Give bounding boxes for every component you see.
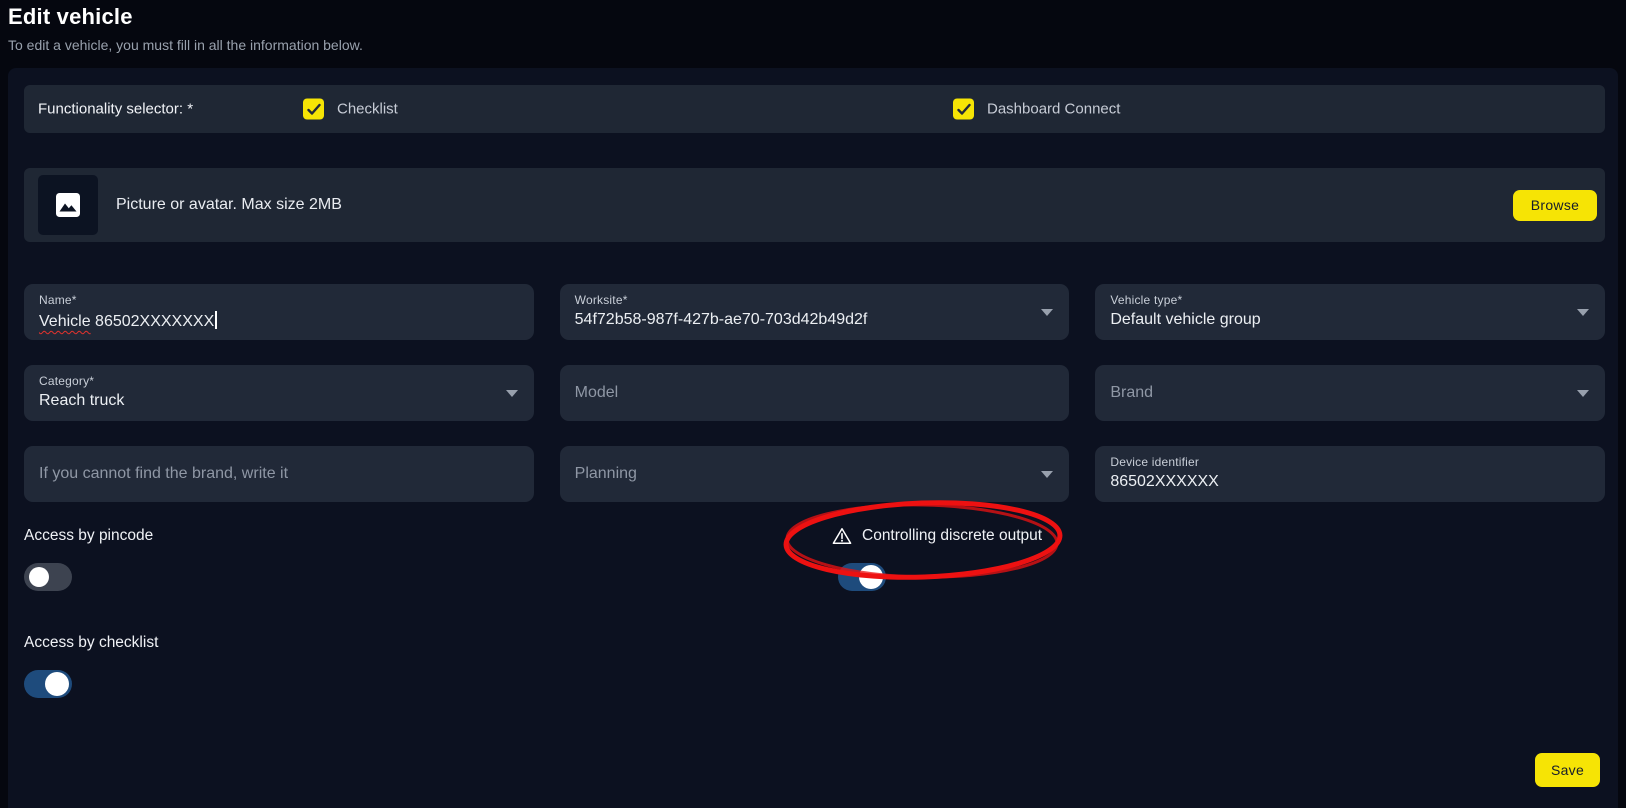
- picture-upload-text: Picture or avatar. Max size 2MB: [116, 196, 342, 214]
- brand-select-placeholder: Brand: [1110, 384, 1153, 402]
- custom-brand-field-placeholder: If you cannot find the brand, write it: [39, 465, 288, 483]
- name-field-value: Vehicle 86502XXXXXXX: [39, 311, 498, 331]
- page-subtitle: To edit a vehicle, you must fill in all …: [8, 37, 1618, 53]
- picture-upload-card: Picture or avatar. Max size 2MB Browse: [24, 168, 1605, 242]
- toggle-thumb: [859, 565, 883, 589]
- device-identifier-value: 86502XXXXXX: [1110, 473, 1569, 491]
- worksite-select-label: Worksite*: [575, 293, 1034, 307]
- access-by-pincode-group: Access by pincode: [24, 527, 1605, 591]
- toggle-thumb: [29, 567, 49, 587]
- functionality-selector-label: Functionality selector: *: [38, 101, 193, 118]
- chevron-down-icon: [1041, 309, 1053, 316]
- image-icon: [55, 192, 81, 218]
- avatar-placeholder: [38, 175, 98, 235]
- warning-triangle-icon: [832, 527, 852, 545]
- checkbox-checked-icon[interactable]: [953, 99, 974, 120]
- toggle-thumb: [45, 672, 69, 696]
- category-select-value: Reach truck: [39, 392, 498, 410]
- checkbox-option-dashboard-connect[interactable]: Dashboard Connect: [953, 99, 1120, 120]
- model-field-placeholder: Model: [575, 384, 619, 402]
- vehicle-type-select-value: Default vehicle group: [1110, 311, 1569, 329]
- controlling-discrete-output-label: Controlling discrete output: [832, 527, 1042, 545]
- vehicle-type-select-label: Vehicle type*: [1110, 293, 1569, 307]
- custom-brand-field[interactable]: If you cannot find the brand, write it: [24, 446, 534, 502]
- edit-vehicle-form-panel: Functionality selector: * Checklist Dash…: [8, 68, 1618, 808]
- category-select[interactable]: Category* Reach truck: [24, 365, 534, 421]
- access-by-pincode-label: Access by pincode: [24, 527, 1605, 545]
- checkbox-option-checklist[interactable]: Checklist: [303, 99, 398, 120]
- access-by-checklist-group: Access by checklist: [24, 634, 1605, 698]
- functionality-selector-bar: Functionality selector: * Checklist Dash…: [24, 85, 1605, 133]
- vehicle-type-select[interactable]: Vehicle type* Default vehicle group: [1095, 284, 1605, 340]
- planning-select[interactable]: Planning: [560, 446, 1070, 502]
- chevron-down-icon: [1041, 471, 1053, 478]
- chevron-down-icon: [506, 390, 518, 397]
- page-header: Edit vehicle To edit a vehicle, you must…: [0, 0, 1626, 53]
- toggles-row: Access by pincode Controlling discrete o…: [24, 527, 1605, 593]
- checkbox-label-dashboard-connect: Dashboard Connect: [987, 101, 1120, 118]
- access-by-pincode-toggle[interactable]: [24, 563, 72, 591]
- checkbox-checked-icon[interactable]: [303, 99, 324, 120]
- name-field[interactable]: Name* Vehicle 86502XXXXXXX: [24, 284, 534, 340]
- worksite-select[interactable]: Worksite* 54f72b58-987f-427b-ae70-703d42…: [560, 284, 1070, 340]
- chevron-down-icon: [1577, 309, 1589, 316]
- chevron-down-icon: [1577, 390, 1589, 397]
- brand-select[interactable]: Brand: [1095, 365, 1605, 421]
- page-title: Edit vehicle: [8, 4, 1618, 30]
- access-by-checklist-toggle[interactable]: [24, 670, 72, 698]
- controlling-discrete-output-toggle[interactable]: [838, 563, 886, 591]
- browse-button[interactable]: Browse: [1513, 190, 1597, 221]
- model-field[interactable]: Model: [560, 365, 1070, 421]
- category-select-label: Category*: [39, 374, 498, 388]
- controlling-discrete-output-group: Controlling discrete output: [832, 527, 1042, 591]
- planning-select-placeholder: Planning: [575, 465, 637, 483]
- device-identifier-label: Device identifier: [1110, 455, 1569, 469]
- worksite-select-value: 54f72b58-987f-427b-ae70-703d42b49d2f: [575, 311, 1034, 329]
- name-field-label: Name*: [39, 293, 498, 307]
- text-cursor: [215, 311, 217, 329]
- vehicle-form-grid: Name* Vehicle 86502XXXXXXX Worksite* 54f…: [24, 284, 1605, 502]
- access-by-checklist-label: Access by checklist: [24, 634, 1605, 652]
- device-identifier-field[interactable]: Device identifier 86502XXXXXX: [1095, 446, 1605, 502]
- checkbox-label-checklist: Checklist: [337, 101, 398, 118]
- save-button[interactable]: Save: [1535, 753, 1600, 787]
